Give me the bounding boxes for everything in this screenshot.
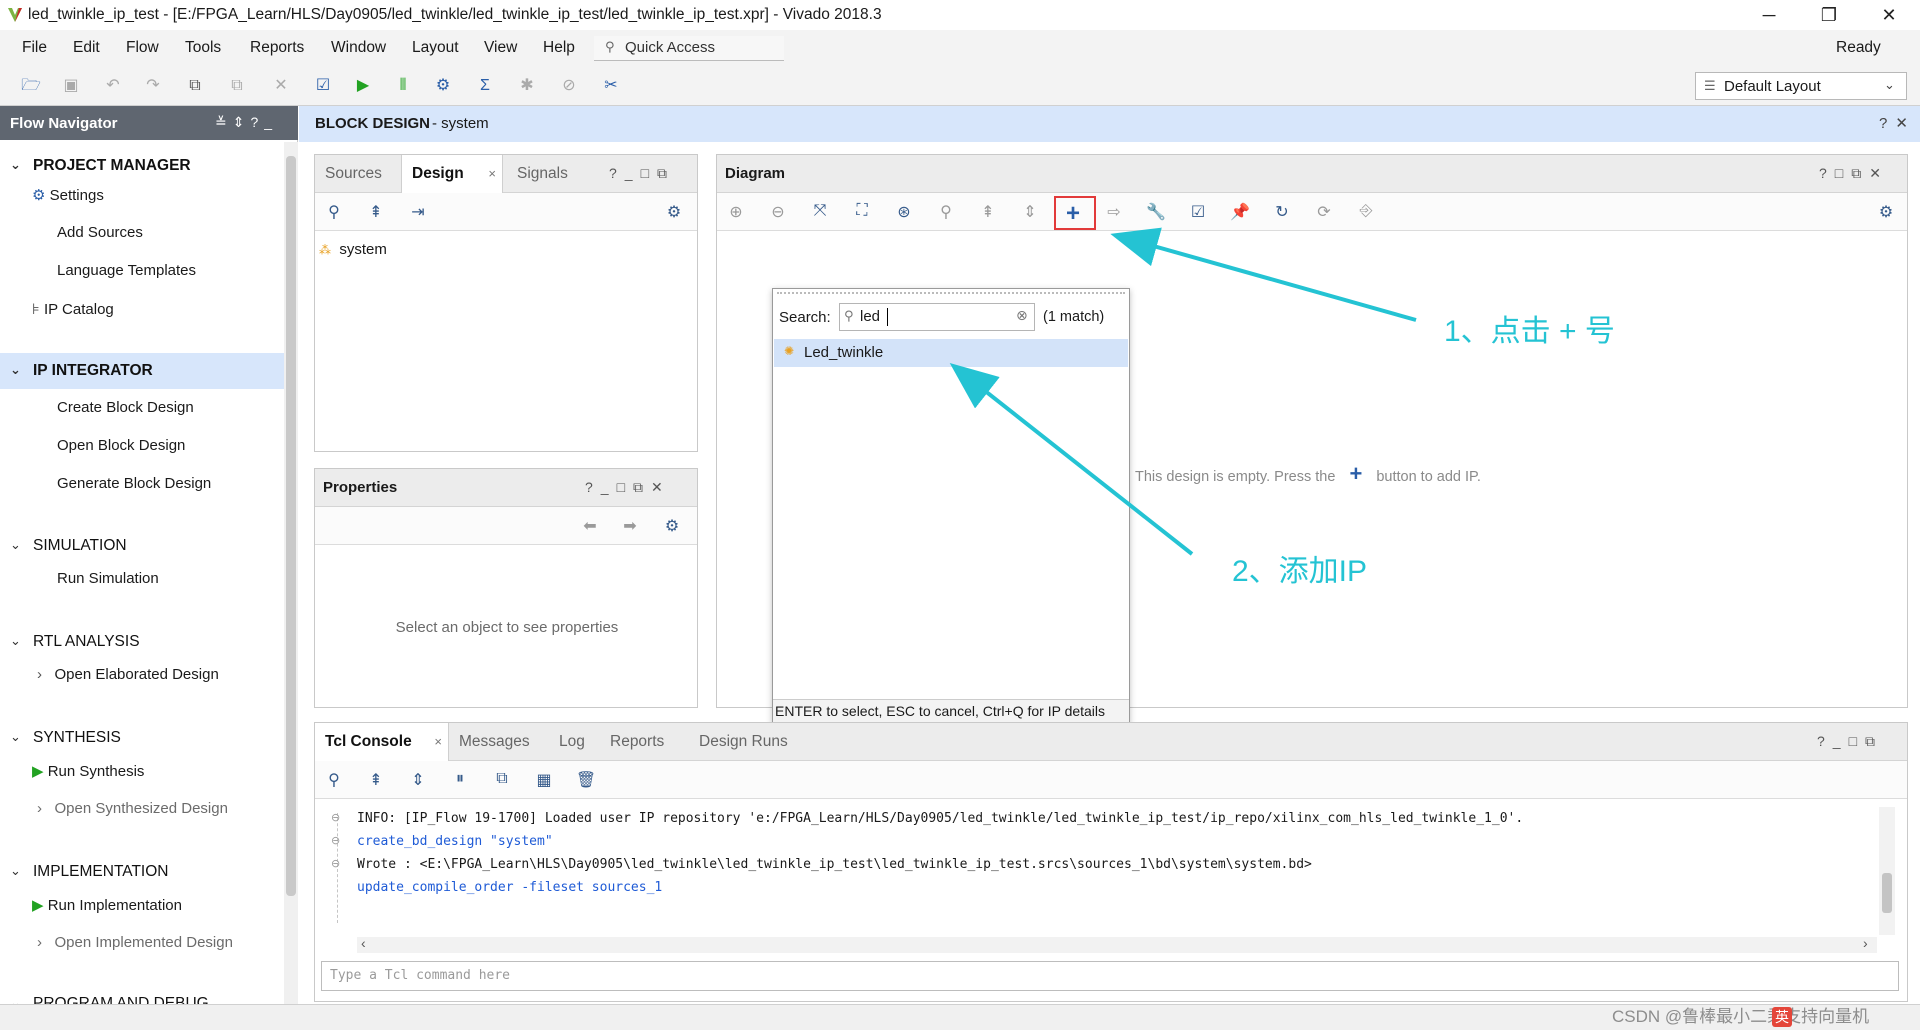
arrow-to-ip-result — [949, 363, 1194, 556]
annotation-step-2: 2、添加IP — [1232, 555, 1368, 588]
annotation-step-1: 1、点击 + 号 — [1444, 315, 1615, 348]
arrow-to-add-button — [1110, 227, 1417, 322]
annotation-arrows — [949, 227, 1417, 556]
